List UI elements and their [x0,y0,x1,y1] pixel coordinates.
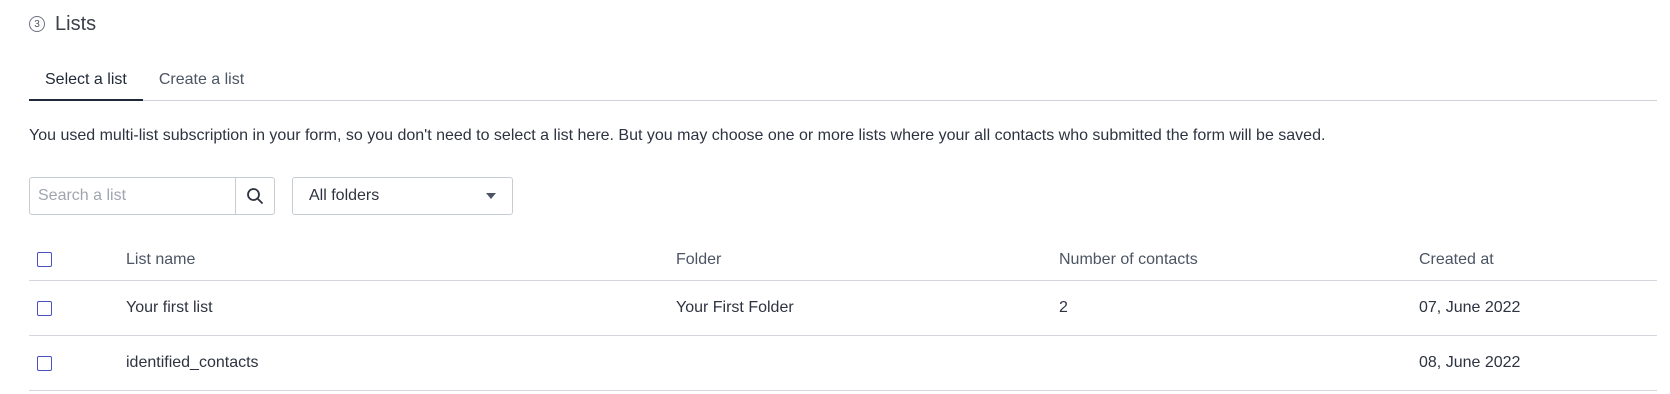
tab-create-a-list[interactable]: Create a list [143,63,260,99]
select-all-checkbox[interactable] [37,252,52,267]
folder-cell: Your First Folder [676,299,794,316]
row-checkbox-cell [37,336,52,390]
section-header: 3 Lists [29,12,96,36]
search-button[interactable] [235,178,274,214]
section-title: Lists [55,12,97,35]
row-checkbox[interactable] [37,300,52,316]
folder-dropdown-value: All folders [309,187,380,204]
tab-select-a-list[interactable]: Select a list [29,63,143,101]
row-checkbox-cell [37,281,52,335]
column-header-list-name[interactable]: List name [126,239,195,280]
select-all-cell [37,239,52,280]
caret-down-icon [486,193,496,199]
column-header-created-at[interactable]: Created at [1419,239,1494,280]
list-name-cell: identified_contacts [126,354,259,371]
table-row[interactable]: Your first list Your First Folder 2 07, … [29,281,1657,336]
contacts-count-cell: 2 [1059,299,1068,316]
list-name-cell: Your first list [126,299,213,316]
row-checkbox[interactable] [37,355,52,371]
column-header-folder[interactable]: Folder [676,239,721,280]
search-icon [247,188,263,204]
column-header-number-of-contacts[interactable]: Number of contacts [1059,239,1198,280]
table-row[interactable]: identified_contacts 08, June 2022 [29,336,1657,391]
step-number-badge: 3 [29,16,45,32]
tab-bar: Select a list Create a list [29,63,1657,101]
created-at-cell: 08, June 2022 [1419,354,1521,371]
search-input[interactable] [30,178,235,214]
info-text: You used multi-list subscription in your… [29,127,1326,144]
search-box [29,177,275,215]
folder-dropdown[interactable]: All folders [292,177,513,215]
created-at-cell: 07, June 2022 [1419,299,1521,316]
lists-table: List name Folder Number of contacts Crea… [29,239,1657,391]
table-header-row: List name Folder Number of contacts Crea… [29,239,1657,281]
